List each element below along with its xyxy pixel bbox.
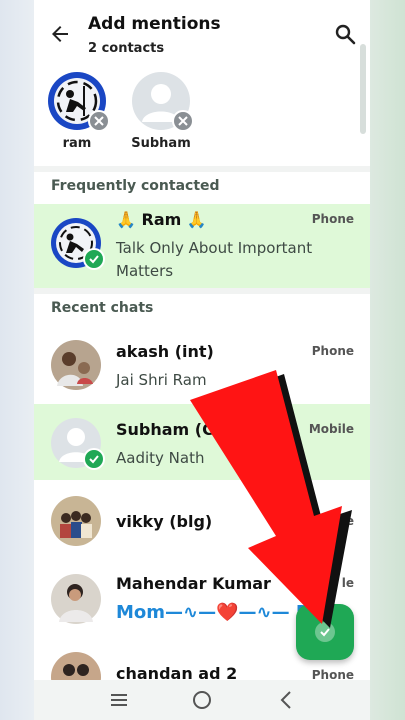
selected-contact-name: ram <box>62 136 92 151</box>
selected-contact-subham[interactable]: Subham <box>126 72 196 151</box>
scrollbar[interactable] <box>360 44 366 134</box>
arrow-left-icon[interactable] <box>48 22 72 46</box>
contact-status: Jai Shri Ram <box>116 371 207 389</box>
selected-check-icon <box>83 248 105 270</box>
contacts-count: 2 contacts <box>88 41 165 56</box>
phone-screen: Add mentions 2 contacts ram Subham Frequ… <box>34 0 370 720</box>
page-title: Add mentions <box>88 14 221 34</box>
avatar <box>51 496 101 546</box>
contact-name: vikky (blg) <box>116 512 213 531</box>
back-nav-icon[interactable] <box>276 689 296 711</box>
section-frequent: Frequently contacted <box>51 178 220 194</box>
contact-type: Mobile <box>308 422 354 436</box>
contact-type: le <box>341 576 354 590</box>
avatar <box>48 72 110 132</box>
avatar <box>132 72 194 132</box>
contact-row-akash[interactable]: akash (int) Phone Jai Shri Ram <box>34 326 370 402</box>
recents-icon[interactable] <box>108 690 130 710</box>
selected-check-icon <box>83 448 105 470</box>
contact-name: chandan ad 2 <box>116 664 238 680</box>
confirm-button[interactable] <box>296 604 354 660</box>
divider <box>34 288 370 294</box>
contact-name: Subham (C <box>116 420 214 439</box>
check-icon <box>315 622 335 642</box>
search-icon[interactable] <box>333 22 357 46</box>
avatar <box>51 340 101 390</box>
home-icon[interactable] <box>191 689 213 711</box>
app-header: Add mentions 2 contacts <box>34 0 370 64</box>
avatar <box>51 574 101 624</box>
contact-name: Mahendar Kumar <box>116 574 271 593</box>
contact-status: Talk Only About Important <box>116 239 313 257</box>
remove-icon[interactable] <box>88 110 110 132</box>
contact-row-subham[interactable]: Subham (C Mobile Aadity Nath <box>34 404 370 480</box>
avatar <box>51 652 101 680</box>
contact-type: Phone <box>311 344 354 358</box>
contact-type: Phone <box>311 668 354 680</box>
contact-name: akash (int) <box>116 342 214 361</box>
contact-status: Matters <box>116 262 174 280</box>
contact-status: Mom—∿—❤️—∿— Da <box>116 602 323 623</box>
selected-contact-ram[interactable]: ram <box>42 72 112 151</box>
divider <box>34 166 370 172</box>
contact-status: Aadity Nath <box>116 449 205 467</box>
contact-row-ram[interactable]: 🙏 Ram 🙏 Phone Talk Only About Important … <box>34 204 370 288</box>
contact-type: Phone <box>311 514 354 528</box>
selected-contact-name: Subham <box>131 136 191 151</box>
system-nav-bar <box>34 680 370 720</box>
contact-row-vikky[interactable]: vikky (blg) Phone <box>34 484 370 560</box>
contact-name: 🙏 Ram 🙏 <box>116 210 207 229</box>
contact-type: Phone <box>311 212 354 226</box>
section-recent: Recent chats <box>51 300 154 316</box>
remove-icon[interactable] <box>172 110 194 132</box>
